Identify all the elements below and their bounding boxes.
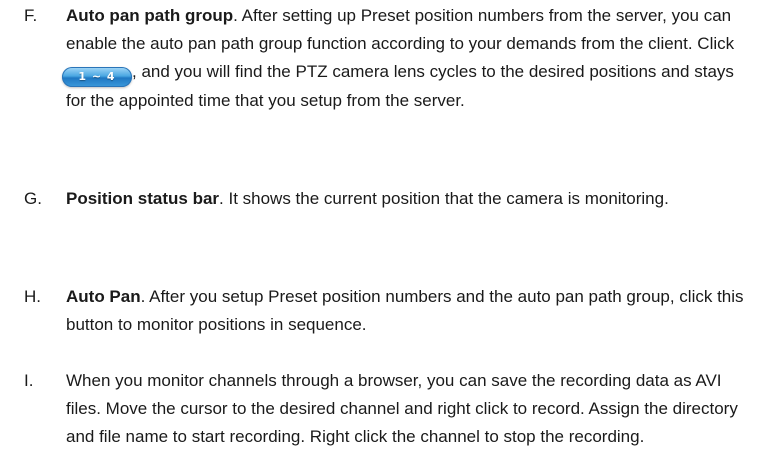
list-item-text: Auto pan path group. After setting up Pr… (62, 2, 746, 115)
item-title: Position status bar (66, 189, 220, 208)
item-description: When you monitor channels through a brow… (66, 371, 738, 446)
list-marker: I. (24, 371, 34, 390)
item-description: . It shows the current position that the… (219, 189, 669, 208)
list-marker: G. (24, 189, 42, 208)
item-title: Auto Pan (66, 287, 141, 306)
list-marker: H. (24, 287, 41, 306)
item-description-continued: , and you will find the PTZ camera lens … (66, 62, 734, 110)
item-description: . After you setup Preset position number… (66, 287, 744, 334)
item-title: Auto pan path group (66, 6, 234, 25)
list-item-text: Auto Pan. After you setup Preset positio… (66, 283, 746, 339)
list-marker: F. (24, 6, 38, 25)
list-item-text: Position status bar. It shows the curren… (66, 185, 746, 213)
preset-group-button-image: 1 ~ 4 (62, 67, 132, 87)
manual-page: F. Auto pan path group. After setting up… (0, 0, 761, 455)
list-item-text: When you monitor channels through a brow… (66, 367, 746, 451)
